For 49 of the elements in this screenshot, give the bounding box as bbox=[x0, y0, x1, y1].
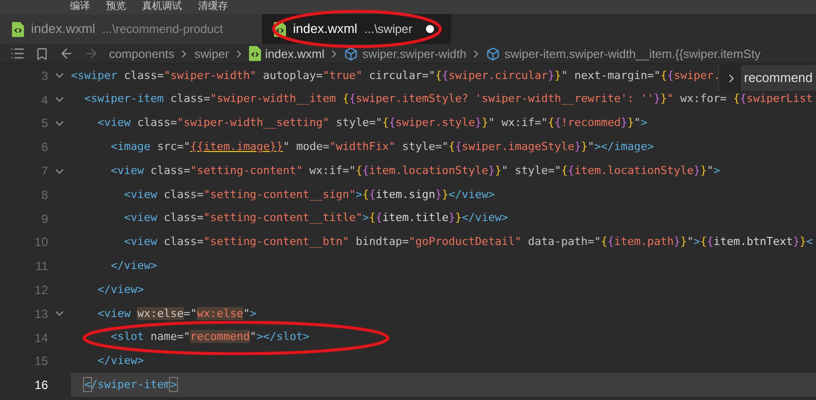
bookmark-icon[interactable] bbox=[35, 46, 49, 60]
code-line: </view> bbox=[96, 353, 144, 370]
code-line: </view> bbox=[96, 282, 144, 298]
tab-path: ...\recommend-product bbox=[102, 21, 224, 38]
back-icon[interactable] bbox=[59, 46, 74, 61]
code-line: <image src="{{item.image}}" mode="widthFix" style="{{swiper.imageStyle}}"></image> bbox=[110, 139, 654, 156]
code-line: </swiper-item> bbox=[83, 377, 177, 393]
menu-item[interactable]: 真机调试 bbox=[142, 1, 182, 13]
breadcrumb-item[interactable]: index.wxml bbox=[265, 44, 324, 62]
line-number: 10 bbox=[34, 234, 48, 252]
code-line: <slot name="recommend"></slot> bbox=[110, 329, 310, 346]
breadcrumb-item[interactable]: swiper-item.swiper-width__item.{{swiper.itemSty bbox=[504, 44, 761, 62]
tab-path: ...\swiper bbox=[364, 21, 412, 38]
menu-item[interactable]: 编译 bbox=[70, 1, 90, 13]
line-number: 11 bbox=[34, 258, 48, 276]
code-line: <view class="setting-content__title">{{item.title}}</view> bbox=[122, 210, 508, 226]
breadcrumb-item[interactable]: swiper.swiper-width bbox=[362, 44, 466, 62]
line-number: 16 bbox=[34, 377, 48, 394]
line-number: 6 bbox=[40, 139, 48, 156]
tab-label: index.wxml bbox=[31, 20, 96, 38]
editor-tab[interactable]: index.wxml ...\recommend-product bbox=[0, 14, 262, 44]
line-number: 9 bbox=[40, 210, 48, 228]
cube-icon bbox=[344, 46, 358, 60]
line-number: 13 bbox=[34, 306, 48, 323]
line-number: 15 bbox=[34, 353, 48, 370]
tab-label: index.wxml bbox=[293, 20, 358, 38]
list-icon[interactable] bbox=[10, 46, 25, 61]
menu-item[interactable]: 预览 bbox=[106, 1, 126, 13]
file-icon bbox=[12, 22, 24, 36]
line-number: 5 bbox=[40, 115, 48, 132]
code-line: <view wx:else="wx:else"> bbox=[96, 306, 256, 322]
breadcrumb-item[interactable]: components bbox=[109, 44, 174, 62]
code-line: <swiper class="swiper-width" autoplay="true" circular="{{swiper.circular}}" next-margin="{{swiper. bbox=[71, 68, 720, 84]
code-line: <view class="setting-content__btn" bindtap="goProductDetail" data-path="{{item.path}}">{{item.btnText}}< bbox=[122, 234, 813, 250]
line-number: 8 bbox=[40, 186, 48, 204]
breadcrumb-item[interactable]: swiper bbox=[194, 44, 230, 62]
line-number: 4 bbox=[40, 92, 48, 109]
code-line: <swiper-item class="swiper-width__item {{swiper.itemStyle? 'swiper-width__rewrite': ''}}" wx:for= {{swiperList bbox=[83, 91, 813, 108]
find-field[interactable]: recommend bbox=[741, 65, 816, 91]
code-line: <view class="swiper-width__setting" style="{{swiper.style}}" wx:if="{{!recommed}}"> bbox=[96, 115, 648, 132]
menu-item[interactable]: 清缓存 bbox=[198, 1, 228, 13]
line-number: 7 bbox=[40, 163, 48, 180]
line-number: 14 bbox=[34, 330, 48, 347]
code-line: <view class="setting-content" wx:if="{{item.locationStyle}}" style="{{item.locationStyle}}"> bbox=[110, 162, 720, 179]
code-line: <view class="setting-content__sign">{{item.sign}}</view> bbox=[122, 186, 495, 203]
line-number: 12 bbox=[34, 282, 48, 300]
code-line: </view> bbox=[110, 258, 158, 274]
cube-icon bbox=[486, 46, 500, 60]
line-number: 3 bbox=[40, 68, 48, 85]
